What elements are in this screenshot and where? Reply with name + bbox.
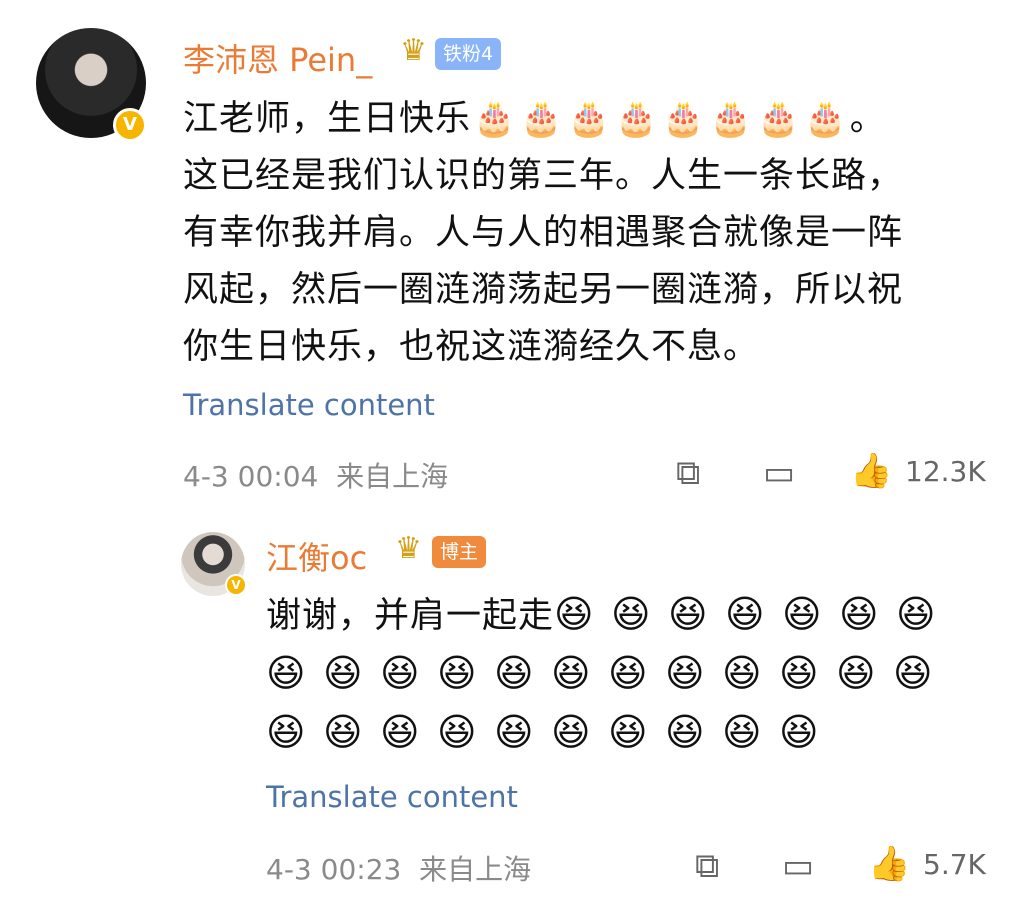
laugh-emoji-icon: 😆: [665, 710, 706, 754]
share-icon[interactable]: ⧉: [695, 849, 719, 883]
comment-line: 这已经是我们认识的第三年。人生一条长路，: [183, 156, 904, 196]
cake-emoji-row: 🎂 🎂 🎂 🎂 🎂 🎂 🎂 🎂: [471, 99, 850, 139]
laugh-emoji-icon: 😆: [722, 710, 763, 754]
laugh-emoji-icon: 😆: [839, 592, 880, 636]
cake-emoji-icon: 🎂: [473, 99, 517, 139]
reply-message: 谢谢，并肩一起走: [266, 596, 555, 636]
comment-line: 你生日快乐，也祝这涟漪经久不息。: [183, 327, 760, 367]
laugh-emoji-icon: 😆: [554, 592, 595, 636]
laugh-emoji-icon: 😆: [494, 651, 535, 695]
laugh-emoji-icon: 😆: [893, 651, 934, 695]
like-icon[interactable]: 👍: [850, 454, 892, 488]
laugh-emoji-icon: 😆: [551, 651, 592, 695]
laugh-emoji-icon: 😆: [779, 710, 820, 754]
comment-greeting: 江老师，生日快乐: [183, 99, 472, 139]
share-icon[interactable]: ⧉: [676, 456, 700, 490]
laugh-emoji-icon: 😆: [266, 651, 307, 695]
laugh-emoji-icon: 😆: [380, 651, 421, 695]
cake-emoji-icon: 🎂: [662, 99, 706, 139]
reply-translate-link[interactable]: Translate content: [266, 780, 518, 814]
laugh-emoji-icon: 😆: [896, 592, 937, 636]
comment-icon[interactable]: ▭: [763, 456, 795, 490]
comment-greeting-end: 。: [849, 99, 886, 139]
laugh-emoji-icon: 😆: [608, 710, 649, 754]
fan-level-badge: 铁粉4: [435, 38, 502, 70]
laugh-emoji-icon: 😆: [668, 592, 709, 636]
comment-line: 有幸你我并肩。人与人的相遇聚合就像是一阵: [183, 213, 904, 253]
host-badge: 博主: [432, 536, 487, 568]
reply-meta: 4-3 00:23 来自上海: [266, 848, 531, 888]
cake-emoji-icon: 🎂: [804, 99, 848, 139]
cake-emoji-icon: 🎂: [709, 99, 754, 139]
comment-first-line: 江老师，生日快乐🎂 🎂 🎂 🎂 🎂 🎂 🎂 🎂。: [183, 91, 983, 148]
laugh-emoji-icon: 😆: [494, 710, 535, 754]
location: 来自上海: [419, 853, 532, 886]
laugh-emoji-icon: 😆: [665, 651, 706, 695]
reply-text: 谢谢，并肩一起走😆 😆 😆 😆 😆 😆 😆😆 😆 😆 😆 😆 😆 😆 😆 😆 😆 😆 😆😆 😆 😆 😆 😆 😆 😆 😆 😆 😆: [266, 586, 986, 763]
comment-icon[interactable]: ▭: [782, 849, 814, 883]
host-crown-icon: ♛: [395, 531, 422, 566]
timestamp: 4-3 00:04: [183, 460, 319, 493]
cake-emoji-icon: 🎂: [567, 99, 612, 139]
laugh-emoji-icon: 😆: [380, 710, 421, 754]
laugh-emoji-icon: 😆: [551, 710, 592, 754]
cake-emoji-icon: 🎂: [520, 99, 564, 139]
laugh-emoji-icon: 😆: [323, 710, 364, 754]
timestamp: 4-3 00:23: [266, 853, 402, 886]
laugh-emoji-icon: 😆: [725, 592, 766, 636]
laugh-emoji-icon: 😆: [323, 651, 364, 695]
laugh-emoji-icon: 😆: [836, 651, 877, 695]
translate-link[interactable]: Translate content: [183, 388, 435, 422]
cake-emoji-icon: 🎂: [757, 99, 801, 139]
fan-crown-icon: ♛: [400, 33, 427, 68]
comment-username[interactable]: 李沛恩 Pein_: [183, 35, 372, 81]
comment-text: 江老师，生日快乐🎂 🎂 🎂 🎂 🎂 🎂 🎂 🎂。 这已经是我们认识的第三年。人生一条长路， 有…: [183, 91, 983, 376]
reply-username[interactable]: 江衡oc: [266, 533, 367, 579]
laugh-emoji-icon: 😆: [437, 651, 478, 695]
laugh-emoji-icon: 😆: [437, 710, 478, 754]
laugh-emoji-icon: 😆: [266, 710, 307, 754]
verified-badge-icon: V: [225, 574, 247, 596]
laugh-emoji-icon: 😆: [782, 592, 823, 636]
like-count: 12.3K: [905, 455, 986, 488]
comment-meta: 4-3 00:04 来自上海: [183, 455, 448, 495]
like-icon[interactable]: 👍: [868, 847, 910, 881]
comment-line: 风起，然后一圈涟漪荡起另一圈涟漪，所以祝: [183, 270, 904, 310]
verified-badge-icon: V: [113, 108, 147, 142]
laugh-emoji-icon: 😆: [722, 651, 763, 695]
location: 来自上海: [336, 460, 449, 493]
laugh-emoji-icon: 😆: [608, 651, 649, 695]
like-count: 5.7K: [923, 848, 986, 881]
laugh-emoji-icon: 😆: [611, 592, 652, 636]
laugh-emoji-icon: 😆: [779, 651, 820, 695]
cake-emoji-icon: 🎂: [615, 99, 659, 139]
